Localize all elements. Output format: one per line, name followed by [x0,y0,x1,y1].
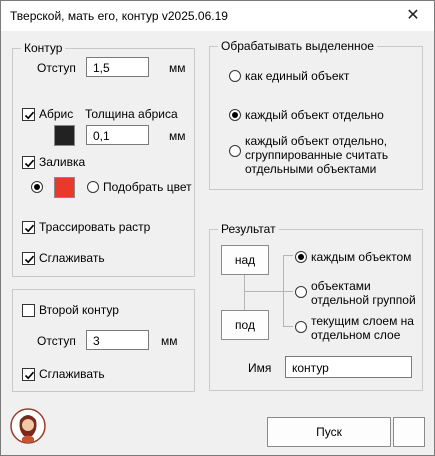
window-title: Тверской, мать его, контур v2025.06.19 [10,9,228,23]
outline-label: Абрис [39,107,74,121]
extra-button[interactable] [393,417,425,447]
outline-thickness-label: Толщина абриса [85,107,178,121]
connector-line [283,255,293,256]
option-separate-group: объектами отдельной группой [311,279,416,307]
result-group: Результат над под каждым объектом объект… [209,222,423,391]
option-single-object: как единый объект [245,69,350,83]
option-each-object: каждый объект отдельно [245,108,384,122]
offset-unit: мм [169,61,186,75]
second-contour-label: Второй контур [39,303,119,317]
second-smooth-checkbox[interactable] [22,368,35,381]
fill-label: Заливка [39,155,86,169]
above-button[interactable]: над [221,245,269,275]
radio-dot [232,112,238,118]
run-button[interactable]: Пуск [267,417,391,447]
smooth-label: Сглаживать [39,251,105,265]
below-button[interactable]: под [221,310,269,340]
offset-label: Отступ [37,61,76,75]
second-offset-input[interactable]: 3 [86,330,149,350]
process-selected-label: Обрабатывать выделенное [218,39,377,53]
name-label: Имя [248,361,272,375]
second-smooth-label: Сглаживать [39,367,105,381]
option-each-object-groups: каждый объект отдельно, сгруппированные … [245,134,389,176]
radio-each-object[interactable] [229,109,241,121]
option-separate-layer: текущим слоем на отдельном слое [311,314,414,342]
dialog-window: Тверской, мать его, контур v2025.06.19 ✕… [0,0,435,456]
radio-each-object-result[interactable] [295,251,307,263]
trace-raster-checkbox[interactable] [22,221,35,234]
radio-dot [34,184,40,190]
radio-dot [298,254,304,260]
outline-color-swatch[interactable] [54,125,75,146]
fill-checkbox[interactable] [22,156,35,169]
fill-color-swatch[interactable] [54,177,75,198]
pick-color-label: Подобрать цвет [103,180,192,194]
second-contour-checkbox[interactable] [22,304,35,317]
author-avatar-icon [10,408,46,444]
checkmark-icon [24,255,35,264]
option-each-object-result: каждым объектом [311,250,412,264]
author-avatar [10,406,46,449]
outline-checkbox[interactable] [22,108,35,121]
trace-raster-label: Трассировать растр [39,220,151,234]
pick-color-radio[interactable] [87,181,99,193]
contour-group: Контур Отступ 1,5 мм Абрис Толщина абрис… [12,41,195,277]
connector-line [283,326,293,327]
result-group-label: Результат [218,222,279,236]
checkmark-icon [24,371,35,380]
second-offset-label: Отступ [37,334,76,348]
close-icon[interactable]: ✕ [400,4,426,28]
connector-line [244,275,245,310]
checkmark-icon [24,224,35,233]
title-bar: Тверской, мать его, контур v2025.06.19 ✕ [1,1,434,31]
connector-line [244,291,284,292]
radio-each-object-groups[interactable] [229,145,241,157]
checkmark-icon [24,159,35,168]
radio-single-object[interactable] [229,70,241,82]
outline-unit: мм [169,129,186,143]
fill-color-radio[interactable] [31,181,43,193]
second-contour-group: Второй контур Отступ 3 мм Сглаживать [12,289,195,392]
radio-separate-group[interactable] [295,286,307,298]
checkmark-icon [24,111,35,120]
process-selected-group: Обрабатывать выделенное как единый объек… [209,39,423,190]
contour-group-label: Контур [21,41,66,55]
second-offset-unit: мм [161,334,178,348]
radio-separate-layer[interactable] [295,321,307,333]
outline-thickness-input[interactable]: 0,1 [86,125,149,145]
connector-line [283,291,293,292]
smooth-checkbox[interactable] [22,252,35,265]
offset-input[interactable]: 1,5 [86,57,149,77]
name-input[interactable]: контур [285,356,412,378]
